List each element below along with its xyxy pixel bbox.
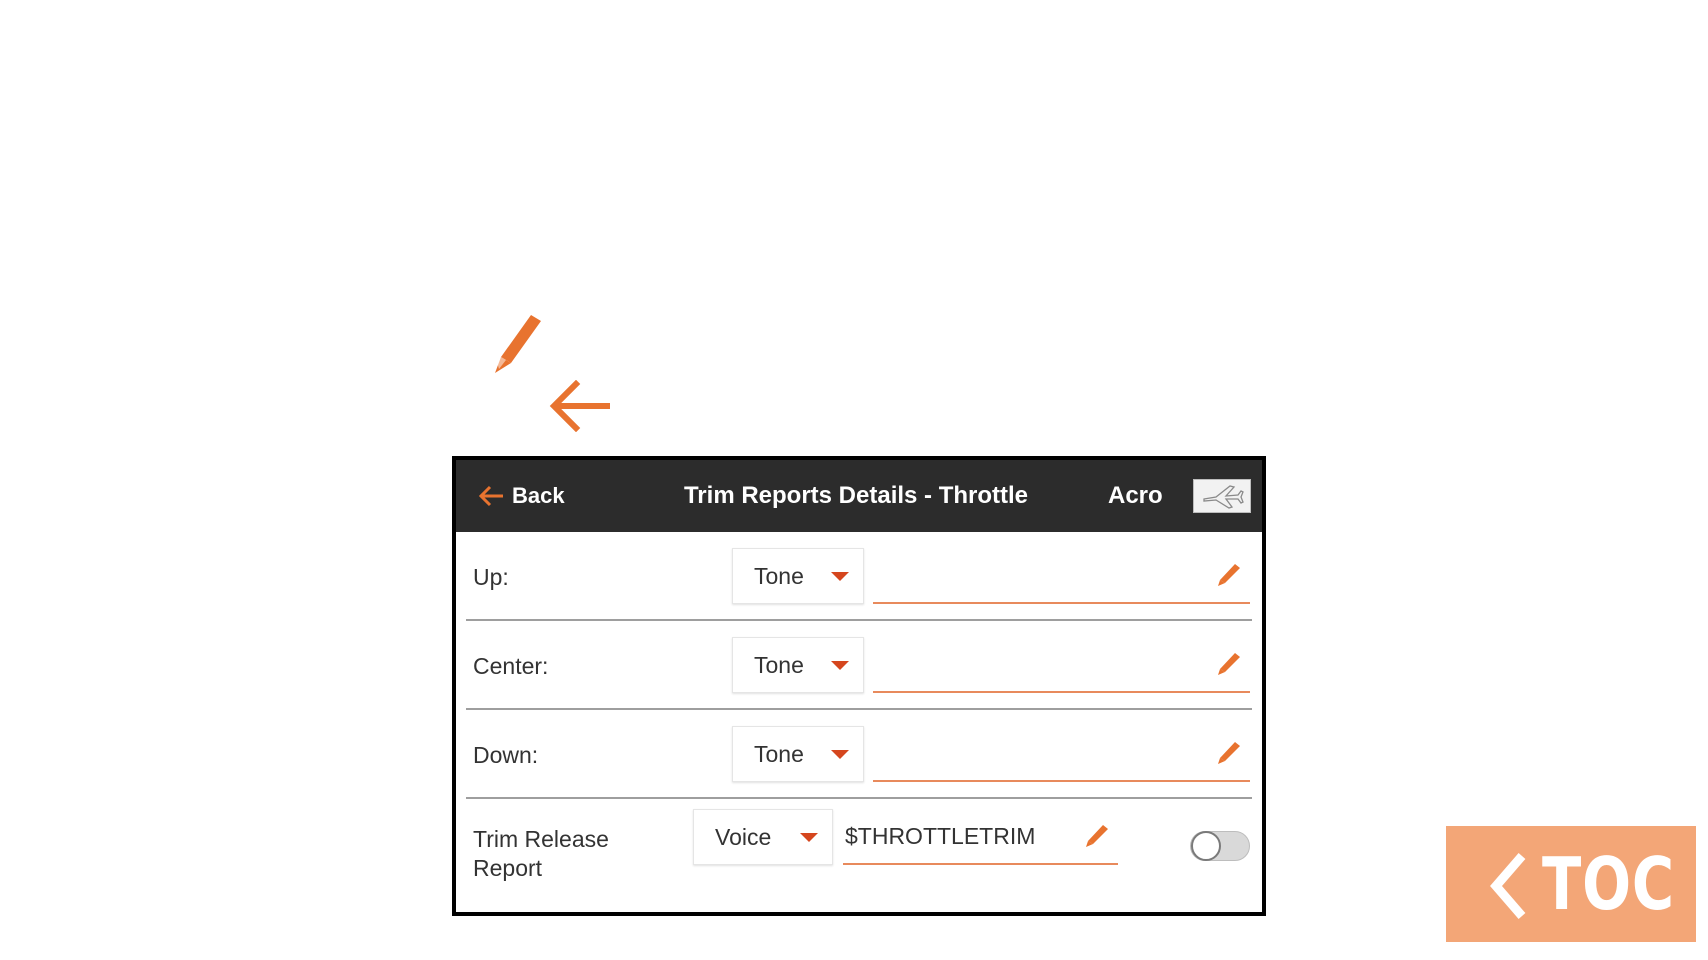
toc-label: TOC	[1542, 842, 1675, 926]
down-text-field[interactable]	[873, 726, 1250, 782]
top-bar: Back Trim Reports Details - Throttle Acr…	[456, 460, 1262, 532]
center-sound-value: Tone	[754, 651, 804, 678]
up-label: Up:	[473, 564, 509, 590]
chevron-down-icon	[831, 572, 849, 581]
back-label: Back	[512, 483, 565, 508]
model-image-button[interactable]	[1193, 479, 1251, 513]
up-sound-select[interactable]: Tone	[732, 548, 864, 604]
pencil-icon[interactable]	[1216, 651, 1242, 677]
back-arrow-icon	[549, 380, 610, 432]
page-title: Trim Reports Details - Throttle	[683, 482, 1029, 509]
up-text-field[interactable]	[873, 548, 1250, 604]
center-text-field[interactable]	[873, 637, 1250, 693]
row-up: Up: Tone	[456, 532, 1262, 621]
trim-release-toggle[interactable]	[1190, 831, 1250, 861]
trim-release-text-field[interactable]: $THROTTLETRIM	[843, 809, 1118, 865]
center-sound-select[interactable]: Tone	[732, 637, 864, 693]
trim-release-text-value: $THROTTLETRIM	[845, 822, 1036, 849]
trim-release-sound-select[interactable]: Voice	[693, 809, 833, 865]
row-trim-release-report: Trim Release Report Voice $THROTTLETRIM	[456, 799, 1262, 914]
chevron-down-icon	[831, 661, 849, 670]
up-sound-value: Tone	[754, 562, 804, 589]
back-button[interactable]: Back	[478, 460, 565, 532]
pencil-icon[interactable]	[1216, 562, 1242, 588]
pencil-icon[interactable]	[1216, 740, 1242, 766]
chevron-down-icon	[831, 750, 849, 759]
row-down: Down: Tone	[456, 710, 1262, 799]
toggle-knob	[1191, 831, 1221, 861]
toc-button[interactable]: TOC	[1446, 826, 1696, 942]
down-sound-value: Tone	[754, 740, 804, 767]
airplane-icon	[1203, 485, 1244, 509]
pencil-icon	[495, 315, 541, 373]
trim-release-sound-value: Voice	[715, 823, 772, 850]
model-type-label: Acro	[1108, 482, 1163, 509]
trim-release-report-label: Trim Release Report	[473, 826, 609, 881]
pencil-icon[interactable]	[1084, 823, 1110, 849]
down-label: Down:	[473, 742, 539, 768]
row-center: Center: Tone	[456, 621, 1262, 710]
center-label: Center:	[473, 653, 549, 679]
chevron-down-icon	[800, 833, 818, 842]
back-arrow-icon	[478, 485, 503, 507]
chevron-left-icon	[1490, 853, 1526, 919]
transmitter-screen: Back Trim Reports Details - Throttle Acr…	[452, 456, 1266, 916]
down-sound-select[interactable]: Tone	[732, 726, 864, 782]
